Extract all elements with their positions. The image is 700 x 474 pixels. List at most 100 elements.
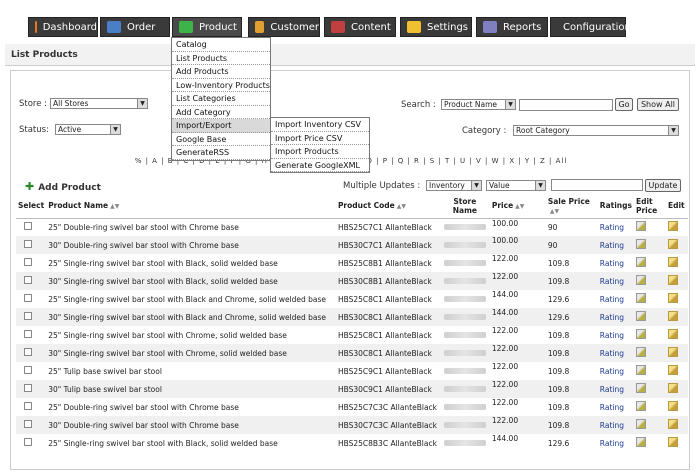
sale-price-header[interactable]: Sale Price ▲▼ [545, 194, 598, 219]
sort-icon[interactable]: ▲▼ [397, 203, 406, 210]
add-product-link[interactable]: ✚ Add Product [25, 180, 101, 193]
row-checkbox[interactable] [24, 258, 32, 266]
edit-cell [666, 398, 688, 416]
rating-link[interactable]: Rating [597, 272, 634, 290]
select-cell [16, 254, 46, 272]
edit-icon[interactable] [667, 257, 678, 267]
edit-price-icon[interactable] [635, 293, 646, 303]
row-checkbox[interactable] [24, 240, 32, 248]
row-checkbox[interactable] [24, 438, 32, 446]
product-menu-item[interactable]: List Products [172, 52, 270, 65]
row-checkbox[interactable] [24, 402, 32, 410]
store-select[interactable]: All Stores [50, 98, 148, 109]
import-export-menu-item[interactable]: Import Inventory CSV [271, 118, 369, 132]
row-checkbox[interactable] [24, 420, 32, 428]
edit-icon[interactable] [667, 419, 678, 429]
price-header[interactable]: Price ▲▼ [489, 194, 546, 219]
rating-link[interactable]: Rating [598, 290, 634, 308]
product-name-header[interactable]: Product Name ▲▼ [46, 194, 336, 219]
product-menu-item[interactable]: GenerateRSS [172, 146, 270, 160]
edit-icon[interactable] [667, 401, 678, 411]
edit-icon[interactable] [667, 329, 678, 339]
product-menu-item[interactable]: Google Base [172, 133, 270, 146]
edit-price-icon[interactable] [635, 401, 646, 411]
sort-icon[interactable]: ▲▼ [110, 203, 119, 210]
import-export-menu-item[interactable]: Import Products [271, 145, 369, 159]
product-menu-item[interactable]: List Categories [172, 92, 270, 106]
category-select[interactable]: Root Category [513, 125, 679, 136]
edit-icon[interactable] [667, 347, 678, 357]
product-name-cell: 30" Tulip base swivel bar stool [46, 380, 336, 398]
row-checkbox[interactable] [24, 384, 32, 392]
status-select[interactable]: Active [55, 124, 121, 135]
rating-link[interactable]: Rating [598, 398, 634, 416]
edit-price-icon[interactable] [635, 383, 646, 393]
edit-price-icon[interactable] [635, 239, 646, 249]
tab-order[interactable]: Order [100, 17, 170, 37]
tab-dashboard[interactable]: Dashboard [28, 17, 98, 37]
row-checkbox[interactable] [24, 366, 32, 374]
rating-link[interactable]: Rating [598, 362, 634, 380]
rating-link[interactable]: Rating [597, 380, 634, 398]
tab-customer[interactable]: Customer [248, 17, 320, 37]
edit-price-icon[interactable] [635, 419, 646, 429]
row-checkbox[interactable] [24, 312, 32, 320]
edit-icon[interactable] [667, 311, 678, 321]
search-input[interactable] [519, 99, 613, 111]
update-field-select[interactable]: Inventory [426, 180, 482, 191]
product-menu-item[interactable]: Low-Inventory Products [172, 79, 270, 92]
edit-icon[interactable] [667, 383, 678, 393]
edit-icon[interactable] [667, 221, 678, 232]
product-menu-item[interactable]: Import/Export [172, 119, 270, 133]
update-value-input[interactable] [551, 179, 643, 191]
update-button[interactable]: Update [645, 179, 681, 192]
product-code-header[interactable]: Product Code ▲▼ [335, 194, 440, 219]
product-menu-item[interactable]: Catalog [172, 38, 270, 52]
tab-settings[interactable]: Settings [400, 17, 472, 37]
edit-price-icon[interactable] [635, 221, 646, 232]
edit-price-icon[interactable] [635, 311, 646, 321]
search-label: Search : [401, 100, 436, 110]
edit-icon[interactable] [667, 365, 678, 375]
rating-link[interactable]: Rating [597, 344, 634, 362]
rating-link[interactable]: Rating [597, 236, 634, 254]
rating-link[interactable]: Rating [598, 218, 634, 236]
edit-price-icon[interactable] [635, 437, 646, 447]
product-name-cell: 25" Single-ring swivel bar stool with Bl… [48, 258, 278, 268]
tab-content[interactable]: Content [324, 17, 396, 37]
edit-price-icon[interactable] [635, 329, 646, 339]
sort-icon[interactable]: ▲▼ [515, 203, 524, 210]
row-checkbox[interactable] [24, 348, 32, 356]
rating-link[interactable]: Rating [597, 416, 634, 434]
tab-configuration[interactable]: Configuration [550, 17, 631, 37]
edit-icon[interactable] [667, 275, 678, 285]
edit-price-icon[interactable] [635, 257, 646, 267]
show-all-button[interactable]: Show All [637, 98, 679, 111]
row-checkbox[interactable] [24, 330, 32, 338]
product-menu-item[interactable]: Add Category [172, 106, 270, 119]
price-cell: 144.00 [491, 290, 519, 299]
update-mode-select[interactable]: Value [486, 180, 546, 191]
row-checkbox[interactable] [24, 276, 32, 284]
row-checkbox[interactable] [24, 222, 32, 231]
go-button[interactable]: Go [615, 98, 633, 111]
edit-icon[interactable] [667, 437, 678, 447]
rating-link[interactable]: Rating [598, 434, 634, 452]
import-export-menu-item[interactable]: Import Price CSV [271, 132, 369, 145]
edit-price-icon[interactable] [635, 365, 646, 375]
row-checkbox[interactable] [24, 294, 32, 302]
rating-link[interactable]: Rating [598, 254, 634, 272]
tab-reports[interactable]: Reports [476, 17, 548, 37]
tab-product[interactable]: Product [172, 17, 242, 37]
edit-icon[interactable] [667, 293, 678, 303]
top-navigation: Dashboard Order Product Customer Content Sett… [0, 0, 700, 44]
rating-link[interactable]: Rating [598, 326, 634, 344]
edit-price-icon[interactable] [635, 275, 646, 285]
edit-icon[interactable] [667, 239, 678, 249]
edit-price-icon[interactable] [635, 347, 646, 357]
product-menu-item[interactable]: Add Products [172, 65, 270, 79]
import-export-menu-item[interactable]: Generate GoogleXML [271, 159, 369, 172]
search-field-select[interactable]: Product Name [441, 99, 516, 110]
sort-icon[interactable]: ▲▼ [550, 208, 559, 215]
rating-link[interactable]: Rating [597, 308, 634, 326]
